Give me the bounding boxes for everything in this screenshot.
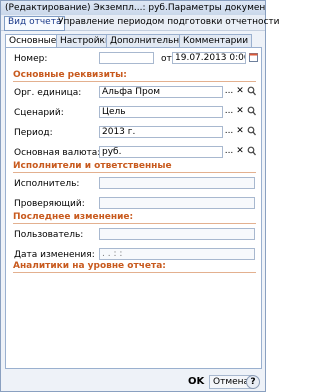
main-tab-panel: Номер: от 19.07.2013 0:00:00 Основные ре… (5, 47, 262, 369)
field-label-org-unit: Орг. единица: (14, 88, 82, 98)
field-label-performer: Исполнитель: (14, 179, 80, 189)
period-search-icon[interactable] (246, 126, 256, 138)
field-label-period: Период: (14, 128, 53, 138)
performer-input[interactable] (99, 177, 255, 189)
org-unit-clear-button[interactable]: ✕ (235, 86, 245, 98)
dialog-footer: OK Отмена ? (1, 373, 265, 391)
help-button[interactable]: ? (246, 375, 260, 389)
calendar-icon[interactable] (248, 52, 258, 64)
scenario-clear-button[interactable]: ✕ (235, 106, 245, 118)
period-clear-button[interactable]: ✕ (235, 126, 245, 138)
section-divider (13, 223, 256, 224)
section-divider (13, 172, 256, 173)
field-label-change-date: Дата изменения: (14, 250, 95, 260)
field-label-scenario: Сценарий: (14, 108, 64, 118)
section-analytics: Аналитики на уровне отчета: (13, 261, 166, 271)
change-date-input[interactable]: . . : : (99, 248, 255, 260)
period-input[interactable]: 2013 г. (99, 126, 223, 138)
date-prefix: от (161, 54, 172, 64)
menu-period-management[interactable]: Управление периодом подготовки отчетност… (55, 16, 283, 29)
currency-input[interactable]: руб. (99, 146, 223, 158)
org-unit-select-button[interactable]: ... (224, 86, 234, 98)
field-label-user: Пользователь: (14, 230, 84, 240)
reviewer-input[interactable] (99, 197, 255, 209)
field-label-currency: Основная валюта: (14, 148, 101, 158)
section-performers: Исполнители и ответственные (13, 161, 172, 171)
document-params-window: (Редактирование) Экземпл...: руб.Парамет… (0, 0, 280, 392)
currency-clear-button[interactable]: ✕ (235, 146, 245, 158)
scenario-select-button[interactable]: ... (224, 106, 234, 118)
section-divider (13, 81, 256, 82)
section-divider (13, 272, 256, 273)
scenario-input[interactable]: Цель (99, 106, 223, 118)
tab-main[interactable]: Основные (5, 34, 61, 48)
ok-button[interactable]: OK (188, 376, 204, 387)
tab-comments[interactable]: Комментарии (179, 34, 253, 47)
date-input[interactable]: 19.07.2013 0:00:00 (172, 52, 246, 64)
section-last-change: Последнее изменение: (13, 212, 134, 222)
window-title: (Редактирование) Экземпл...: руб.Парамет… (1, 1, 265, 15)
org-unit-input[interactable]: Альфа Пром (99, 86, 223, 98)
org-unit-search-icon[interactable] (246, 86, 256, 98)
menubar: Вид отчета Управление периодом подготовк… (1, 15, 280, 31)
period-select-button[interactable]: ... (224, 126, 234, 138)
number-input[interactable] (99, 52, 154, 64)
currency-search-icon[interactable] (246, 146, 256, 158)
field-label-reviewer: Проверяющий: (14, 199, 85, 209)
user-input[interactable] (99, 228, 255, 240)
number-label: Номер: (14, 54, 48, 64)
currency-select-button[interactable]: ... (224, 146, 234, 158)
section-main-details: Основные реквизиты: (13, 70, 127, 80)
scenario-search-icon[interactable] (246, 106, 256, 118)
